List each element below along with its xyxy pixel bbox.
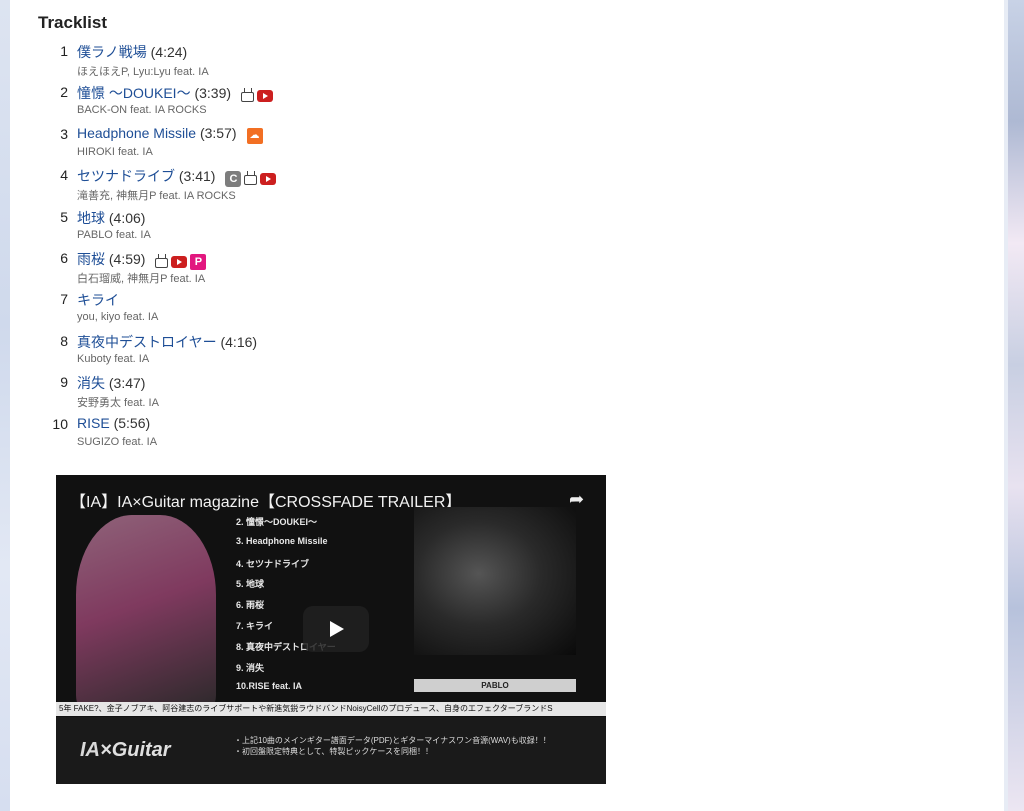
piapro-icon[interactable]: P [190, 253, 207, 270]
tracklist: 1 僕ラノ戦場 (4:24) ほえほえP, Lyu:Lyu feat. IA 2 憧憬 … [38, 42, 558, 456]
play-button[interactable] [303, 606, 369, 652]
track-duration: (3:41) [178, 168, 216, 185]
track-duration: (4:06) [108, 209, 146, 226]
track-artist: 白石瑠威, 神無月P feat. IA [77, 272, 206, 285]
track-artist: 滝善充, 神無月P feat. IA ROCKS [77, 190, 236, 203]
track-duration: (3:57) [199, 124, 237, 141]
track-title-link[interactable]: 消失 [77, 375, 105, 391]
video-info-text: ・上記10曲のメインギター譜面データ(PDF)とギターマイナスワン音源(WAV)… [234, 735, 551, 757]
video-embed[interactable]: 【IA】IA×Guitar magazine【CROSSFADE TRAILER… [56, 475, 606, 784]
ia-guitar-logo: IA×Guitar [80, 739, 171, 762]
left-background-strip [0, 0, 10, 811]
video-list-item: 9. 消失 [236, 662, 265, 673]
track-row: 6 雨桜 (4:59) P 白石瑠威, 神無月P feat. IA [38, 249, 558, 290]
track-duration: (4:16) [220, 333, 258, 350]
track-duration: (3:47) [108, 375, 146, 392]
video-ticker: 5年 FAKE?、金子ノブアキ、阿谷建志のライブサポートや新進気鋭ラウドバンドN… [56, 702, 606, 716]
video-list-item: 2. 憧憬〜DOUKEI〜 [236, 517, 318, 527]
track-row: 8 真夜中デストロイヤー (4:16) Kuboty feat. IA [38, 332, 558, 373]
track-line: Headphone Missile (3:57) ☁ [77, 125, 266, 144]
track-row: 3 Headphone Missile (3:57) ☁ HIROKI feat. I… [38, 125, 558, 166]
track-title-link[interactable]: Headphone Missile [77, 125, 196, 141]
track-row: 5 地球 (4:06) PABLO feat. IA [38, 208, 558, 249]
video-info-line: ・初回盤限定特典として、特製ピックケースを同梱！！ [234, 747, 433, 756]
track-row: 10 RISE (5:56) SUGIZO feat. IA [38, 415, 558, 456]
video-photo-label: PABLO [414, 679, 576, 692]
track-duration: (4:24) [150, 44, 188, 60]
track-duration: (4:59) [108, 250, 146, 267]
track-number: 10 [52, 415, 68, 432]
track-artist: HIROKI feat. IA [77, 145, 153, 158]
track-title-link[interactable]: 僕ラノ戦場 [77, 44, 147, 60]
track-artist: BACK-ON feat. IA ROCKS [77, 104, 207, 117]
video-bottom-banner: IA×Guitar ・上記10曲のメインギター譜面データ(PDF)とギターマイナ… [56, 717, 606, 784]
track-title-link[interactable]: セツナドライブ [77, 168, 175, 184]
track-number: 2 [60, 84, 68, 101]
video-info-line: ・上記10曲のメインギター譜面データ(PDF)とギターマイナスワン音源(WAV)… [234, 736, 551, 745]
track-title-link[interactable]: 真夜中デストロイヤー [77, 334, 217, 350]
track-number: 8 [60, 332, 68, 349]
track-artist: PABLO feat. IA [77, 228, 151, 241]
video-artist-photo [414, 507, 576, 655]
track-title-link[interactable]: 雨桜 [77, 251, 105, 267]
track-title-link[interactable]: キライ [77, 292, 119, 308]
track-row: 4 セツナドライブ (3:41) C 滝善充, 神無月P feat. IA ROCKS [38, 166, 558, 207]
track-line: キライ [77, 290, 119, 310]
divider [1004, 0, 1008, 811]
niconico-icon[interactable] [241, 92, 255, 103]
track-number: 7 [60, 291, 68, 308]
track-title-link[interactable]: RISE [77, 415, 110, 431]
track-artist: Kuboty feat. IA [77, 352, 150, 365]
youtube-icon[interactable] [260, 173, 277, 186]
track-line: 消失 (3:47) [77, 373, 145, 393]
track-duration: (5:56) [113, 414, 151, 431]
track-line: 真夜中デストロイヤー (4:16) [77, 332, 257, 352]
track-title-link[interactable]: 地球 [77, 210, 105, 226]
video-list-item: 3. Headphone Missile [236, 535, 328, 546]
track-icons: C [225, 171, 279, 188]
track-number: 9 [60, 374, 68, 391]
track-icons: ☁ [246, 127, 266, 144]
track-row: 2 憧憬 〜DOUKEI〜 (3:39) BACK-ON feat. IA ROCK… [38, 83, 558, 124]
track-title-link[interactable]: 憧憬 〜DOUKEI〜 [77, 85, 191, 101]
track-row: 1 僕ラノ戦場 (4:24) ほえほえP, Lyu:Lyu feat. IA [38, 42, 558, 83]
track-number: 6 [60, 249, 68, 266]
track-row: 7 キライ you, kiyo feat. IA [38, 290, 558, 331]
track-line: 憧憬 〜DOUKEI〜 (3:39) [77, 83, 276, 104]
track-number: 5 [60, 208, 68, 225]
video-list-item: 4. セツナドライブ [236, 558, 310, 569]
track-artist: SUGIZO feat. IA [77, 435, 158, 448]
track-duration: (3:39) [194, 85, 232, 102]
track-artist: ほえほえP, Lyu:Lyu feat. IA [77, 66, 209, 78]
soundcloud-icon[interactable]: ☁ [246, 127, 263, 144]
niconico-icon[interactable] [244, 175, 258, 186]
track-line: 僕ラノ戦場 (4:24) [77, 42, 187, 62]
video-character-art [76, 515, 216, 715]
video-title[interactable]: 【IA】IA×Guitar magazine【CROSSFADE TRAILER… [70, 488, 461, 512]
video-list-item: 5. 地球 [236, 579, 265, 590]
track-number: 1 [60, 43, 68, 59]
niconico-icon[interactable] [155, 257, 169, 268]
track-line: セツナドライブ (3:41) C [77, 166, 279, 188]
track-artist: you, kiyo feat. IA [77, 311, 159, 324]
track-number: 4 [60, 167, 68, 184]
youtube-icon[interactable] [171, 255, 188, 268]
tracklist-heading: Tracklist [38, 13, 107, 32]
video-list-item: 10.RISE feat. IA [236, 681, 303, 692]
creofuga-icon[interactable]: C [225, 171, 242, 188]
track-icons: P [155, 253, 209, 270]
youtube-icon[interactable] [257, 90, 274, 103]
track-artist: 安野勇太 feat. IA [77, 397, 159, 410]
track-number: 3 [60, 125, 68, 142]
track-line: 雨桜 (4:59) P [77, 249, 209, 270]
logo-ia: IA [80, 739, 100, 761]
track-line: 地球 (4:06) [77, 208, 145, 228]
logo-x: × [100, 739, 112, 761]
logo-guitar: Guitar [111, 739, 171, 761]
track-row: 9 消失 (3:47) 安野勇太 feat. IA [38, 373, 558, 414]
right-background-strip [1004, 0, 1024, 811]
track-icons [241, 88, 276, 104]
track-line: RISE (5:56) [77, 415, 150, 431]
